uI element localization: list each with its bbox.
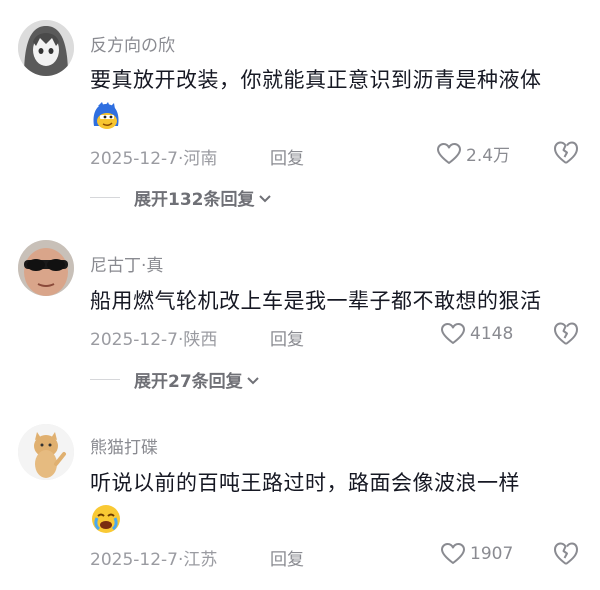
divider-line xyxy=(90,379,120,380)
expand-replies-label: 展开132条回复 xyxy=(134,190,255,210)
avatar[interactable] xyxy=(18,424,74,480)
mocking-face-emoji xyxy=(90,100,122,132)
comment-meta: 2025-12-7·陕西 xyxy=(90,325,217,350)
username[interactable]: 熊猫打碟 xyxy=(90,433,158,458)
expand-replies-label: 展开27条回复 xyxy=(134,372,243,392)
dislike-button[interactable] xyxy=(552,541,580,569)
dislike-button[interactable] xyxy=(552,140,580,168)
broken-heart-icon xyxy=(552,321,580,347)
comment-text: 船用燃气轮机改上车是我一辈子都不敢想的狠活 xyxy=(90,289,542,313)
comment-text: 要真放开改装，你就能真正意识到沥青是种液体 xyxy=(90,68,542,92)
like-button[interactable]: 4148 xyxy=(440,322,513,346)
comment-text: 听说以前的百吨王路过时，路面会像波浪一样 xyxy=(90,471,520,495)
comment-location: 河南 xyxy=(183,149,218,169)
broken-heart-icon xyxy=(552,541,580,567)
comment-meta: 2025-12-7·河南 xyxy=(90,144,217,169)
heart-icon xyxy=(440,322,466,346)
reply-button[interactable]: 回复 xyxy=(270,545,304,570)
broken-heart-icon xyxy=(552,140,580,166)
reply-button[interactable]: 回复 xyxy=(270,144,304,169)
expand-replies-button[interactable]: 展开132条回复 xyxy=(90,185,271,210)
chevron-down-icon xyxy=(246,370,259,390)
reply-button[interactable]: 回复 xyxy=(270,325,304,350)
dislike-button[interactable] xyxy=(552,321,580,349)
username[interactable]: 尼古丁·真 xyxy=(90,251,163,276)
avatar[interactable] xyxy=(18,20,74,76)
crying-face-emoji xyxy=(90,503,122,535)
comment-date: 2025-12-7 xyxy=(90,149,178,169)
username[interactable]: 反方向の欣 xyxy=(90,31,175,56)
divider-line xyxy=(90,197,120,198)
avatar[interactable] xyxy=(18,240,74,296)
heart-icon xyxy=(436,142,462,166)
heart-icon xyxy=(440,542,466,566)
comment-date: 2025-12-7 xyxy=(90,550,178,570)
comment-meta: 2025-12-7·江苏 xyxy=(90,545,217,570)
comment-location: 江苏 xyxy=(183,550,218,570)
comment-location: 陕西 xyxy=(183,330,218,350)
like-button[interactable]: 1907 xyxy=(440,542,513,566)
expand-replies-button[interactable]: 展开27条回复 xyxy=(90,367,259,392)
like-button[interactable]: 2.4万 xyxy=(436,141,510,166)
like-count: 1907 xyxy=(470,544,514,564)
like-count: 4148 xyxy=(470,324,514,344)
chevron-down-icon xyxy=(258,188,271,208)
comment-date: 2025-12-7 xyxy=(90,330,178,350)
like-count: 2.4万 xyxy=(466,146,511,166)
